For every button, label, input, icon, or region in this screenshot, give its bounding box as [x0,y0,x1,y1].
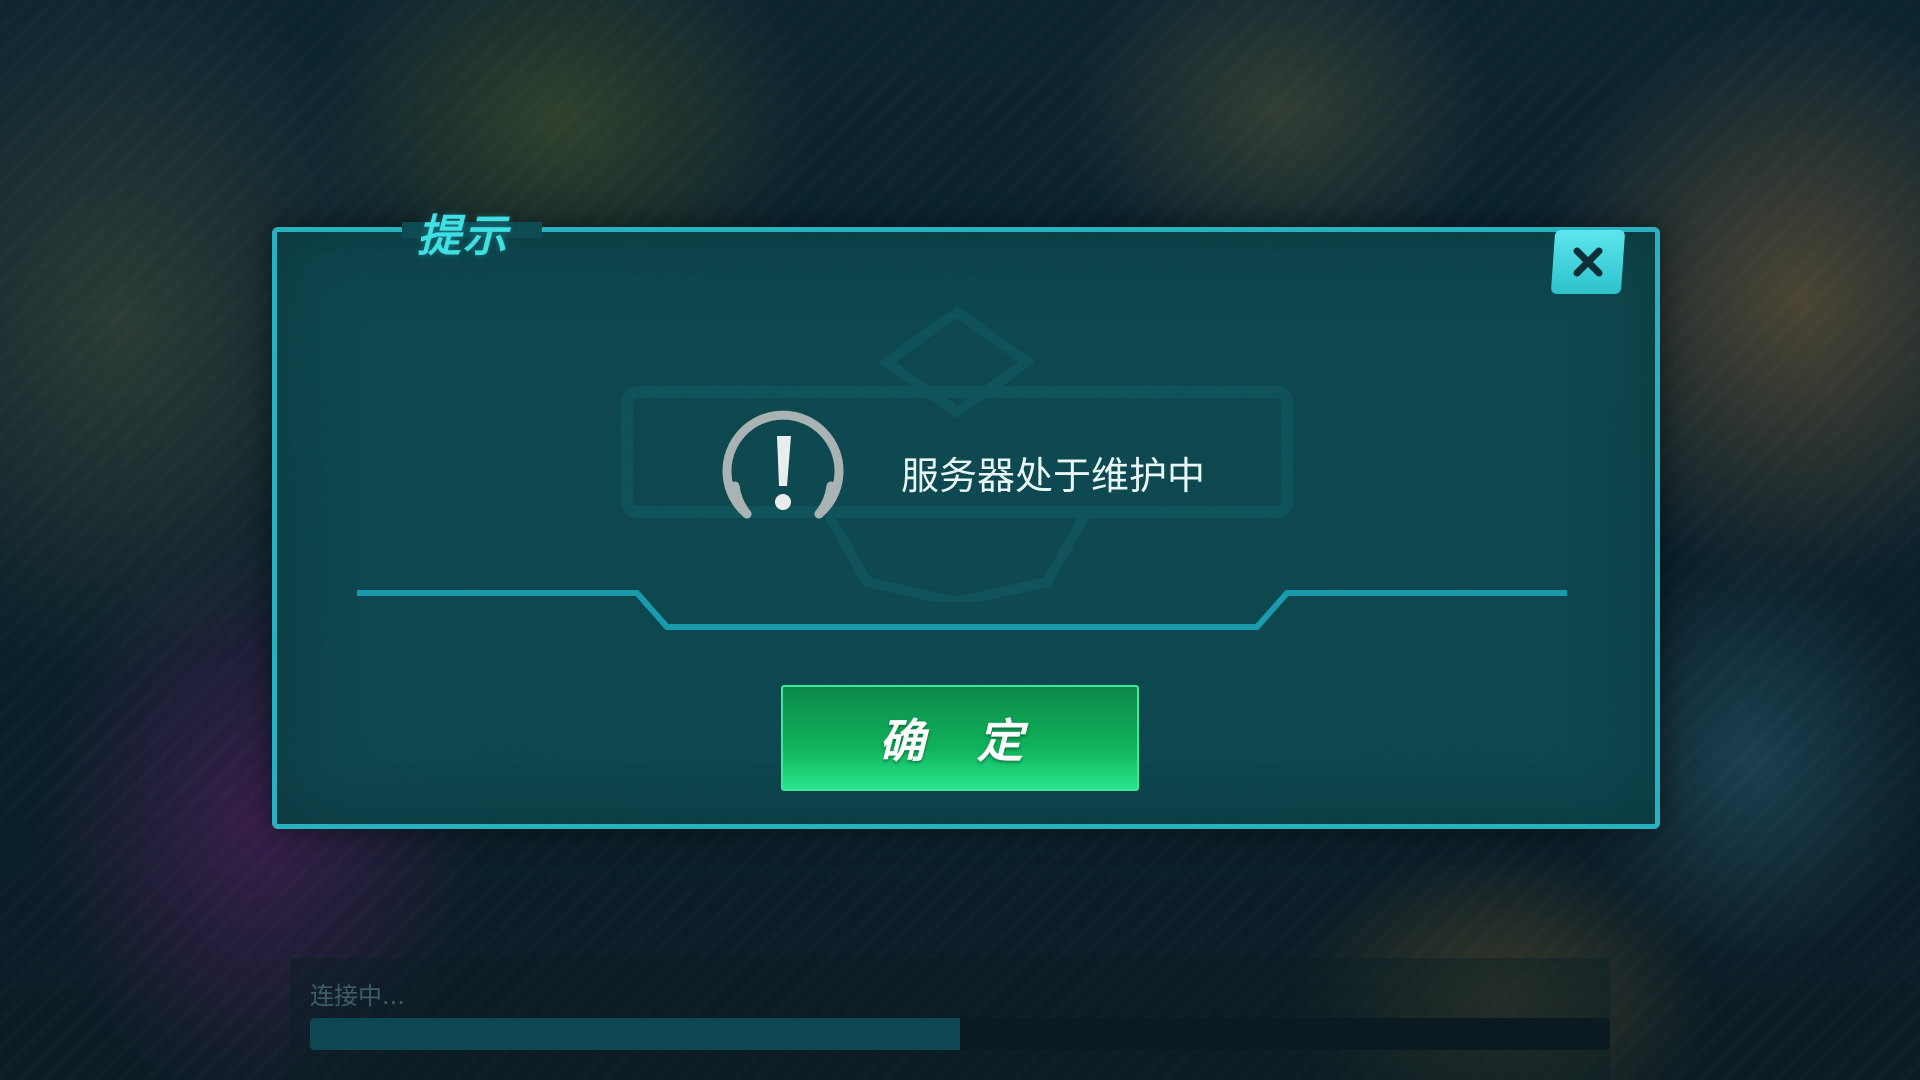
progress-bar-fill [310,1018,960,1050]
exclamation-circle-icon [722,410,844,519]
divider-line [357,590,1567,630]
dialog-title: 提示 [417,211,509,262]
close-button[interactable] [1550,230,1626,294]
maintenance-dialog: 提示 服务器处于维护中 确 定 [272,211,1660,829]
message-row: 服务器处于维护中 [717,402,1205,542]
confirm-button-label: 确 定 [878,714,1041,768]
dialog-message: 服务器处于维护中 [901,453,1206,498]
loading-status-text: 连接中... [310,982,405,1010]
confirm-button[interactable]: 确 定 [781,685,1139,791]
close-icon [1573,247,1603,277]
progress-bar [310,1018,1610,1050]
